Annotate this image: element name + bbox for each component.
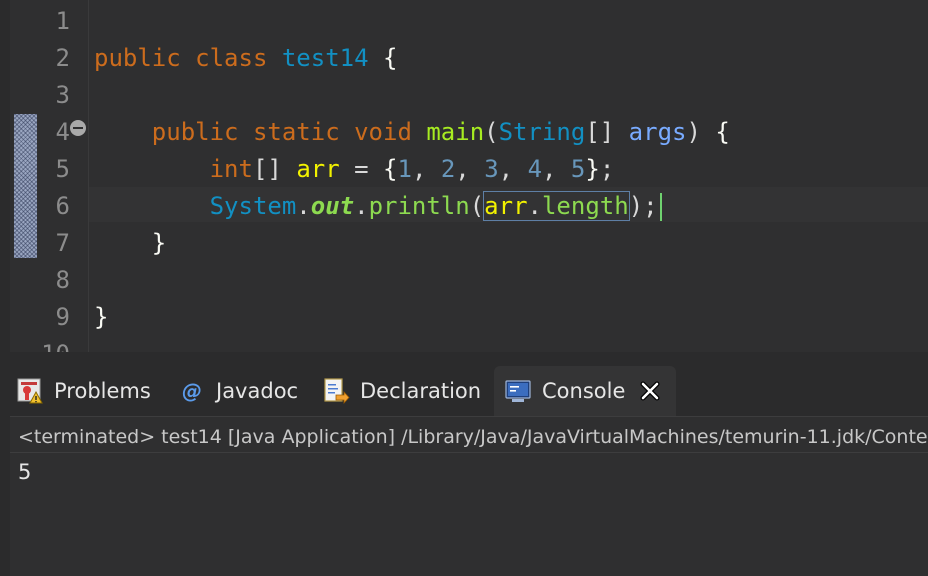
line-number: 6 xyxy=(55,192,70,220)
code-token: } xyxy=(585,155,600,183)
code-token: ( xyxy=(469,192,485,220)
code-token: . xyxy=(296,192,311,220)
code-editor[interactable]: 1 2 3 4 5 6 7 8 9 10 public class test14… xyxy=(10,0,928,352)
code-token: = xyxy=(339,155,384,183)
line-number: 2 xyxy=(55,44,70,72)
code-token: int xyxy=(209,155,253,183)
code-token: , xyxy=(411,155,441,183)
code-token: void xyxy=(354,118,412,146)
code-token: { xyxy=(383,44,398,72)
code-line[interactable]: } xyxy=(94,225,166,262)
code-token: public xyxy=(151,118,239,146)
text-caret xyxy=(659,193,662,221)
tab-declaration[interactable]: Declaration xyxy=(322,366,481,416)
code-token: [] xyxy=(252,155,297,183)
tab-label: Javadoc xyxy=(216,379,299,403)
line-number: 1 xyxy=(55,7,70,35)
code-line[interactable]: } xyxy=(94,299,108,336)
eclipse-window: 1 2 3 4 5 6 7 8 9 10 public class test14… xyxy=(0,0,928,576)
code-token: , xyxy=(455,155,485,183)
svg-text:@: @ xyxy=(182,379,202,403)
code-token: ( xyxy=(484,118,499,146)
line-number: 9 xyxy=(55,303,70,331)
tab-javadoc[interactable]: @ Javadoc xyxy=(178,366,298,416)
tab-label: Declaration xyxy=(360,379,482,403)
code-token: [] xyxy=(585,118,629,146)
code-token: class xyxy=(195,44,268,72)
code-token: . xyxy=(354,192,369,220)
code-token: ); xyxy=(628,192,658,220)
code-token: , xyxy=(542,155,571,183)
tab-label: Console xyxy=(542,379,626,403)
code-token: println xyxy=(368,192,470,220)
view-splitter[interactable] xyxy=(0,352,928,366)
tab-label: Problems xyxy=(54,379,151,403)
code-token: out xyxy=(310,192,355,220)
line-number: 10 xyxy=(30,336,70,352)
code-token: main xyxy=(426,118,485,146)
line-number: 8 xyxy=(55,266,70,294)
code-line[interactable]: System.out.println(arr.length); xyxy=(94,188,662,225)
view-tab-bar: Problems @ Javadoc Declaration Console xyxy=(10,366,928,416)
tab-problems[interactable]: Problems xyxy=(16,366,151,416)
code-token: 3 xyxy=(484,155,499,183)
code-token: . xyxy=(527,192,542,220)
close-icon[interactable] xyxy=(639,380,661,402)
code-line[interactable]: int[] arr = {1, 2, 3, 4, 5}; xyxy=(94,151,615,188)
code-token: 5 xyxy=(570,155,586,183)
code-token: 1 xyxy=(397,155,412,183)
code-token: 4 xyxy=(527,155,543,183)
code-token: } xyxy=(151,229,167,257)
tab-console[interactable]: Console xyxy=(494,366,676,416)
fold-collapse-icon[interactable] xyxy=(70,120,86,136)
code-line[interactable]: public static void main(String[] args) { xyxy=(94,114,730,151)
code-token: arr xyxy=(296,155,340,183)
line-number: 3 xyxy=(55,81,70,109)
javadoc-icon: @ xyxy=(178,377,206,405)
code-token: ) xyxy=(686,118,716,146)
problems-icon xyxy=(16,377,44,405)
code-token: static xyxy=(252,118,340,146)
console-process-label: <terminated> test14 [Java Application] /… xyxy=(18,426,928,448)
code-token: { xyxy=(383,155,398,183)
line-number: 7 xyxy=(55,229,70,257)
bottom-panel: Problems @ Javadoc Declaration Console <… xyxy=(10,366,928,576)
line-number: 5 xyxy=(55,155,70,183)
code-token: String xyxy=(498,118,586,146)
mark-occurrence-highlight: arr.length xyxy=(483,191,630,221)
code-token: ; xyxy=(599,155,615,183)
tab-bar-divider xyxy=(10,416,928,417)
code-token: , xyxy=(498,155,528,183)
code-token: arr xyxy=(484,192,528,220)
code-token: System xyxy=(209,192,297,220)
code-token: 2 xyxy=(440,155,456,183)
code-token: args xyxy=(628,118,687,146)
code-token: length xyxy=(541,192,629,220)
code-token: public xyxy=(94,44,181,72)
code-token: } xyxy=(94,303,109,331)
code-line[interactable]: public class test14 { xyxy=(94,40,397,77)
line-number: 4 xyxy=(55,118,70,146)
code-token: test14 xyxy=(281,44,369,72)
console-output-text[interactable]: 5 xyxy=(18,456,31,488)
console-header-divider xyxy=(10,452,928,453)
declaration-icon xyxy=(322,377,350,405)
gutter-separator xyxy=(88,0,89,352)
console-icon xyxy=(504,377,532,405)
code-token: { xyxy=(715,118,730,146)
